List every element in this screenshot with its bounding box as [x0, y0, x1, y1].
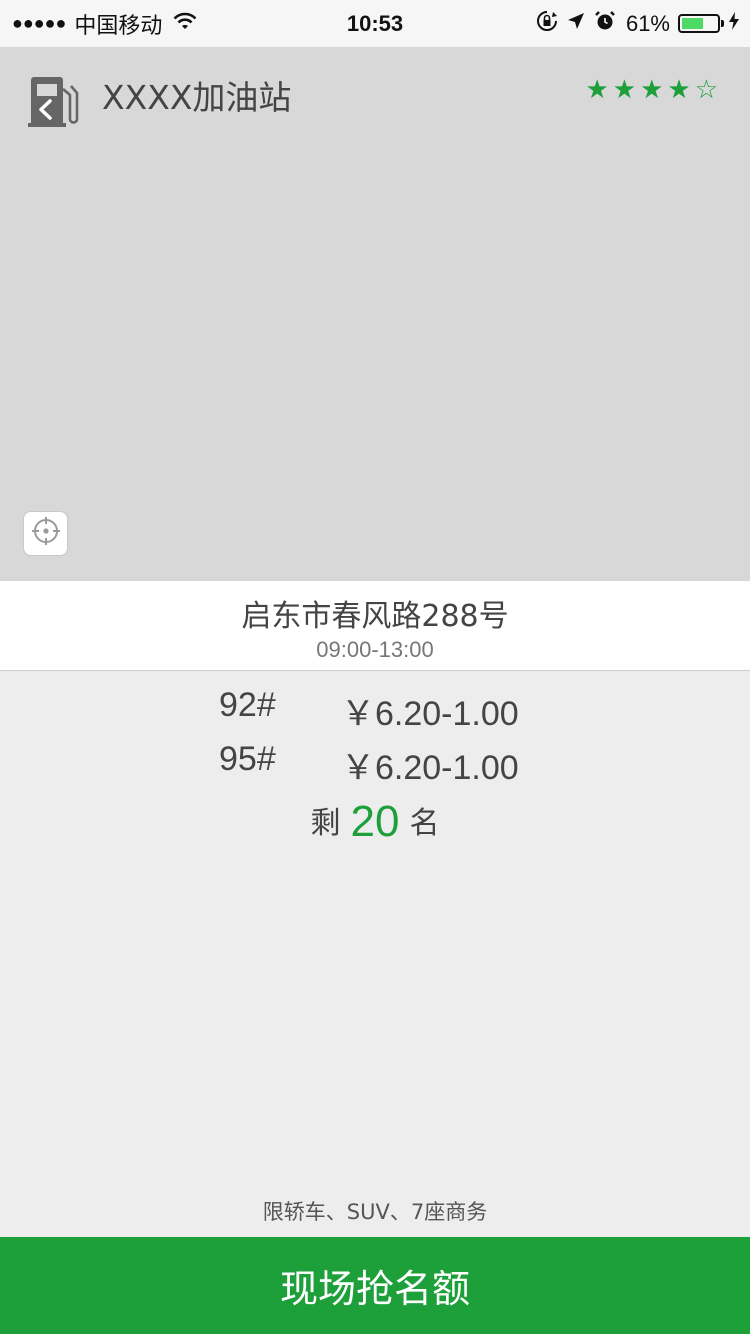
remaining-count: 20: [350, 797, 400, 846]
vehicle-restriction: 限轿车、SUV、7座商务: [262, 1200, 488, 1224]
remaining-quota: 剩 20 名: [0, 797, 750, 847]
fuel-price: ￥6.20-1.00: [341, 695, 519, 733]
crosshair-icon: [31, 516, 61, 551]
status-bar: ●●●●● 中国移动 10:53 61%: [0, 0, 750, 47]
price-row-95: 95# ￥6.20-1.00: [0, 740, 750, 790]
station-address: 启东市春风路288号: [241, 599, 509, 634]
price-row-92: 92# ￥6.20-1.00: [0, 686, 750, 736]
location-arrow-icon: [566, 10, 586, 37]
battery-icon: [678, 14, 724, 33]
address-block: 启东市春风路288号 09:00-13:00: [0, 581, 750, 671]
station-name: XXXX加油站: [102, 78, 292, 117]
fuel-price: ￥6.20-1.00: [341, 749, 519, 787]
charging-bolt-icon: [728, 10, 740, 37]
locate-button[interactable]: [23, 511, 68, 556]
alarm-icon: [594, 10, 616, 38]
orientation-lock-icon: [536, 10, 558, 38]
battery-level-fill: [682, 18, 703, 29]
back-button[interactable]: [26, 73, 80, 129]
status-right: 61%: [536, 0, 740, 47]
opening-hours: 09:00-13:00: [316, 637, 434, 662]
remaining-prefix: 剩: [310, 806, 341, 841]
fuel-grade: 92#: [219, 686, 276, 724]
remaining-suffix: 名: [409, 806, 440, 841]
rating-stars: ★★★★☆: [585, 75, 722, 105]
fuel-grade: 95#: [219, 740, 276, 778]
grab-quota-button[interactable]: 现场抢名额: [0, 1237, 750, 1334]
map-view[interactable]: XXXX加油站 ★★★★☆: [0, 47, 750, 581]
gas-pump-back-icon: [26, 77, 80, 133]
battery-percent: 61%: [625, 10, 670, 36]
